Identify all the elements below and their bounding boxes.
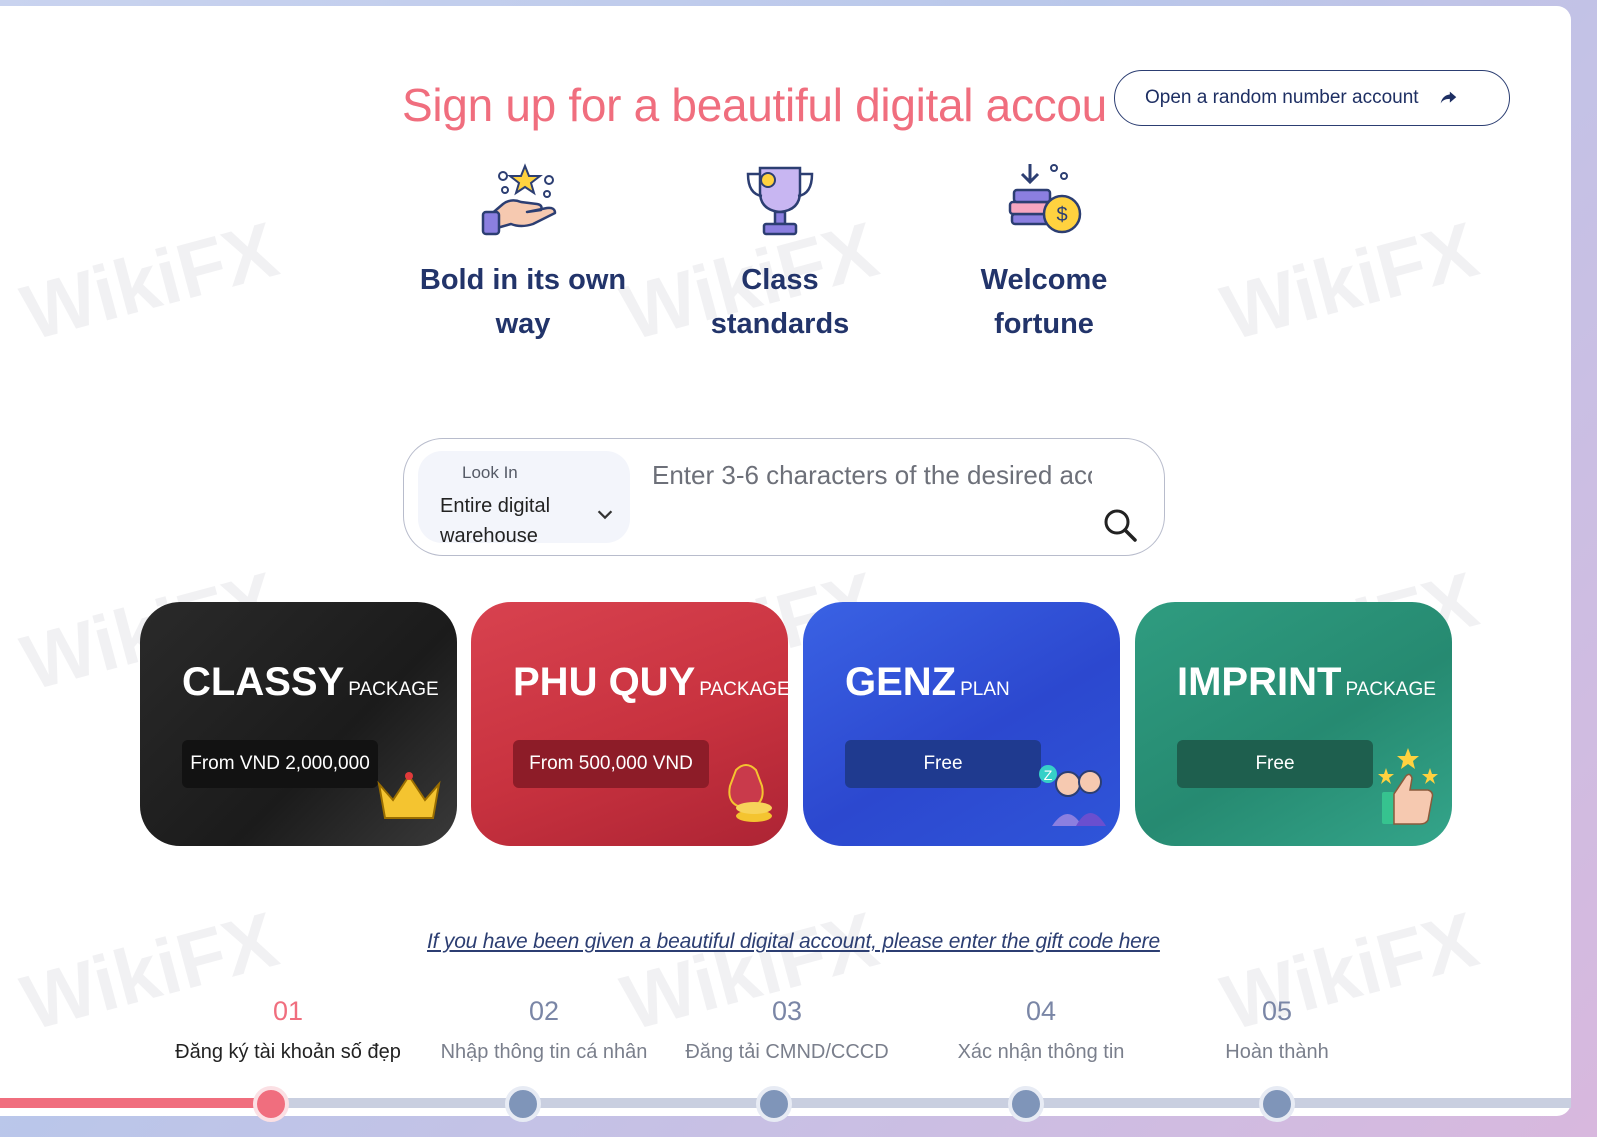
svg-text:$: $ [1056,204,1067,226]
step-2: 02 Nhập thông tin cá nhân [414,996,674,1064]
feature-label: Welcome fortune [980,264,1108,340]
svg-text:Z: Z [1044,767,1053,783]
watermark: WikiFX [12,204,287,358]
package-price: From VND 2,000,000 [182,740,378,788]
feature-label: Bold in its own way [419,264,627,340]
step-1: 01 Đăng ký tài khoản số đẹp [158,996,418,1064]
step-label: Đăng ký tài khoản số đẹp [175,1041,401,1063]
trophy-icon [746,166,814,236]
feature-class: Class standards [675,156,885,346]
thumbs-up-icon [1378,748,1438,825]
package-card-phu-quy[interactable]: PHU QUY PACKAGE From 500,000 VND [471,602,788,846]
step-number: 04 [1025,996,1057,1026]
money-bag-icon [728,764,772,822]
page-title: Sign up for a beautiful digital accou [402,79,1107,131]
step-number: 01 [272,996,304,1026]
step-5: 05 Hoàn thành [1147,996,1407,1064]
package-card-genz[interactable]: GENZ PLAN Free Z [803,602,1120,846]
step-label: Nhập thông tin cá nhân [440,1041,648,1063]
feature-fortune: $ Welcome fortune [939,156,1149,346]
random-button-label: Open a random number account [1145,87,1419,108]
lookin-dropdown[interactable]: Look In Entire digital warehouse [418,451,630,547]
step-label: Xác nhận thông tin [957,1041,1125,1063]
package-card-classy[interactable]: CLASSY PACKAGE From VND 2,000,000 [140,602,457,846]
page-card: WikiFX WikiFX WikiFX WikiFX WikiFX WikiF… [0,6,1571,1116]
step-label: Hoàn thành [1225,1041,1329,1063]
package-name: IMPRINT PACKAGE [1177,660,1436,704]
package-price: Free [1177,740,1373,788]
step-dot-3[interactable] [756,1086,792,1122]
feature-bold: Bold in its own way [418,156,628,346]
crown-icon [377,772,441,819]
progress-fill [0,1098,270,1108]
people-icon: Z [1039,765,1106,826]
account-search-box: Look In Entire digital warehouse [403,438,1165,556]
open-random-account-button[interactable]: Open a random number account [1114,70,1510,126]
package-card-imprint[interactable]: IMPRINT PACKAGE Free [1135,602,1452,846]
step-3: 03 Đăng tải CMND/CCCD [657,996,917,1064]
hand-star-icon [481,163,557,236]
watermark: WikiFX [1212,204,1487,358]
search-input[interactable] [652,453,1092,497]
step-dot-4[interactable] [1008,1086,1044,1122]
package-name: CLASSY PACKAGE [182,660,439,704]
step-number: 02 [528,996,560,1026]
step-label: Đăng tải CMND/CCCD [685,1041,889,1063]
package-price: From 500,000 VND [513,740,709,788]
share-arrow-icon [1440,91,1456,104]
package-price: Free [845,740,1041,788]
coin-stack-icon: $ [1008,164,1082,234]
step-dot-2[interactable] [505,1086,541,1122]
step-dot-5[interactable] [1259,1086,1295,1122]
lookin-caption: Look In [462,463,518,482]
step-number: 05 [1261,996,1293,1026]
package-name: GENZ PLAN [845,660,1010,704]
step-dot-1[interactable] [253,1086,289,1122]
lookin-value: Entire digital warehouse [440,495,551,547]
search-icon[interactable] [1102,507,1138,543]
step-4: 04 Xác nhận thông tin [911,996,1171,1064]
gift-code-link[interactable]: If you have been given a beautiful digit… [427,930,1160,954]
package-name: PHU QUY PACKAGE [513,660,788,704]
chevron-down-icon [597,510,613,520]
step-number: 03 [771,996,803,1026]
feature-label: Class standards [710,264,850,340]
